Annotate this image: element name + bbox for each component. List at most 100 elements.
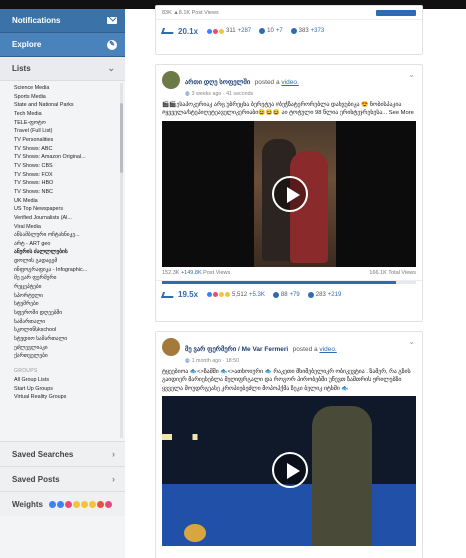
sidebar-group-item[interactable]: Virtual Reality Groups	[14, 393, 118, 402]
saved-searches-button[interactable]: Saved Searches ›	[0, 441, 125, 466]
share-icon	[307, 291, 314, 298]
sidebar-list-item[interactable]: სტუმრები	[14, 300, 118, 309]
sidebar-list-item[interactable]: TV Shows: CBS	[14, 162, 118, 171]
post-card: მე ვარ ფერმერი / Me Var Fermeri posted a…	[155, 331, 423, 558]
compass-icon: ✎	[107, 39, 117, 50]
sidebar-list-item[interactable]: სპორტული	[14, 292, 118, 301]
video-player[interactable]	[162, 120, 416, 267]
sidebar: Notifications Explore ✎ Lists ⌄ Science …	[0, 9, 125, 558]
chevron-down-icon[interactable]: ⌄	[408, 70, 415, 79]
video-link[interactable]: video.	[281, 79, 298, 86]
sidebar-list-item[interactable]: Verified Journalists (Al...	[14, 214, 118, 223]
sidebar-list-item[interactable]: ანსამბლური ოჩტახნიკე...	[14, 231, 118, 240]
saved-posts-label: Saved Posts	[12, 474, 60, 484]
reactions-delta: +287	[237, 28, 252, 34]
lists-scroll-area: Science Media Sports Media State and Natio…	[0, 81, 125, 441]
wow-icon	[80, 500, 88, 508]
trend-value: 19.5x	[178, 290, 199, 300]
video-player[interactable]	[162, 396, 416, 547]
overperforming-score[interactable]: 19.5x	[160, 290, 199, 300]
avatar[interactable]	[162, 71, 180, 89]
sidebar-list-item[interactable]: მე ვარ ფერმერი	[14, 274, 118, 283]
sidebar-list-item[interactable]: TV Shows: NBC	[14, 188, 118, 197]
sidebar-list-item[interactable]: TV Shows: FOX	[14, 171, 118, 180]
sidebar-list-item[interactable]: სტუდიო სამართალი	[14, 335, 118, 344]
views-progress	[162, 280, 416, 284]
notifications-button[interactable]: Notifications	[0, 9, 125, 33]
post-action-verb: posted a	[292, 346, 318, 353]
shares-delta: +373	[310, 28, 325, 34]
sidebar-list-item[interactable]: არტ - ART geo	[14, 240, 118, 249]
sidebar-list-item[interactable]: სკოლინსkschool	[14, 326, 118, 335]
sidebar-list-item[interactable]: რეცეპტები	[14, 283, 118, 292]
sidebar-list-item[interactable]: Science Media	[14, 84, 118, 93]
angry-icon	[96, 500, 104, 508]
post-author[interactable]: მე ვარ ფერმერი / Me Var Fermeri	[185, 346, 288, 353]
chevron-down-icon[interactable]: ⌄	[408, 337, 415, 346]
sidebar-list-item[interactable]: State and National Parks	[14, 101, 118, 110]
play-button[interactable]	[272, 452, 308, 489]
sidebar-list-item[interactable]: სამართალი	[14, 318, 118, 327]
comment-icon	[259, 28, 266, 34]
post-card: ართი დღე სოფელში posted a video. ◍ 3 wee…	[155, 64, 423, 322]
lists-header[interactable]: Lists ⌄	[0, 57, 125, 81]
sidebar-list-item[interactable]: Viral Media	[14, 223, 118, 232]
reactions-icon	[206, 291, 232, 299]
post-text: ტყეებიოა 🐟<>ზამში 🐟<>ათხოიერი 🐟 რაკეთი მ…	[162, 369, 411, 392]
post-text: 🎬🎬ესაპოკერიაკ არც უბრეცხა ბერეტუა #ბეჭზა…	[162, 102, 414, 117]
comments-delta: +7	[275, 28, 283, 34]
sidebar-list-item[interactable]: TV Shows: HBO	[14, 179, 118, 188]
sidebar-list-item[interactable]: Tech Media	[14, 110, 118, 119]
comment-icon	[272, 291, 279, 298]
groups-label: GROUPS	[14, 368, 38, 374]
reactions-delta: +5.3K	[249, 291, 265, 298]
reactions-count: 5,512	[232, 291, 248, 298]
sidebar-list-item[interactable]: TV Shows: Amazon Original...	[14, 153, 118, 162]
groups-container: All Group Lists Start Up Groups Virtual Re…	[14, 376, 125, 402]
video-link[interactable]: video.	[319, 346, 336, 353]
sidebar-list-item[interactable]: ინფოგრაფიკა - Infographic...	[14, 266, 118, 275]
like-icon	[48, 500, 56, 508]
sidebar-list-item[interactable]: Travel (Full List)	[14, 127, 118, 136]
care-icon	[104, 500, 112, 508]
sidebar-list-item[interactable]: ეძლევლიაკი	[14, 344, 118, 353]
sidebar-list-item[interactable]: Sports Media	[14, 93, 118, 102]
sidebar-list-item[interactable]: ქართველები	[14, 352, 118, 361]
saved-posts-button[interactable]: Saved Posts ›	[0, 466, 125, 491]
avatar[interactable]	[162, 338, 180, 356]
overperforming-score[interactable]: 20.1x	[160, 26, 199, 36]
sidebar-group-item[interactable]: Start Up Groups	[14, 385, 118, 394]
chevron-down-icon: ⌄	[107, 63, 115, 73]
sidebar-list-item[interactable]: სფეროში დღეებში	[14, 309, 118, 318]
saved-searches-label: Saved Searches	[12, 449, 74, 459]
shares-metric[interactable]: 283 +219	[307, 291, 341, 298]
reactions-metric[interactable]: 311 +287	[206, 27, 252, 35]
post-views-delta: +149.8K	[180, 270, 202, 277]
reactions-metric[interactable]: 5,512 +5.3K	[206, 291, 265, 299]
post-author[interactable]: ართი დღე სოფელში	[185, 79, 250, 86]
sidebar-group-item[interactable]: All Group Lists	[14, 376, 118, 385]
shares-metric[interactable]: 383 +373	[290, 28, 325, 34]
feed: 83K ▲8.1K Post Views 20.1x 311 +287 10 +…	[125, 5, 466, 558]
scrollbar-thumb[interactable]	[120, 103, 123, 173]
video-figure	[312, 406, 372, 547]
reaction-icons	[48, 500, 112, 508]
comments-count: 88	[280, 291, 288, 298]
sidebar-list-item[interactable]: TELE-ფოტო	[14, 119, 118, 128]
shares-count: 383	[298, 28, 309, 34]
sidebar-list-item[interactable]: ანურის ძალლლების	[14, 248, 118, 257]
comments-metric[interactable]: 10 +7	[259, 28, 283, 34]
trend-value: 20.1x	[178, 26, 199, 36]
explore-button[interactable]: Explore ✎	[0, 33, 125, 57]
post-meta: ◍ 3 weeks ago · 41 seconds	[185, 91, 299, 97]
post-views: 83K ▲8.1K Post Views	[162, 9, 219, 16]
weights-button[interactable]: Weights	[0, 491, 125, 516]
sidebar-list-item[interactable]: UK Media	[14, 197, 118, 206]
sidebar-list-item[interactable]: US Top Newspapers	[14, 205, 118, 214]
sidebar-list-item[interactable]: TV Personalities	[14, 136, 118, 145]
sidebar-list-item[interactable]: TV Shows: ABC	[14, 145, 118, 154]
metrics-row: 20.1x 311 +287 10 +7 383 +373	[156, 20, 422, 42]
sidebar-list-item[interactable]: დოლის გადაცემ	[14, 257, 118, 266]
comments-metric[interactable]: 88 +79	[272, 291, 300, 298]
play-button[interactable]	[272, 175, 308, 212]
